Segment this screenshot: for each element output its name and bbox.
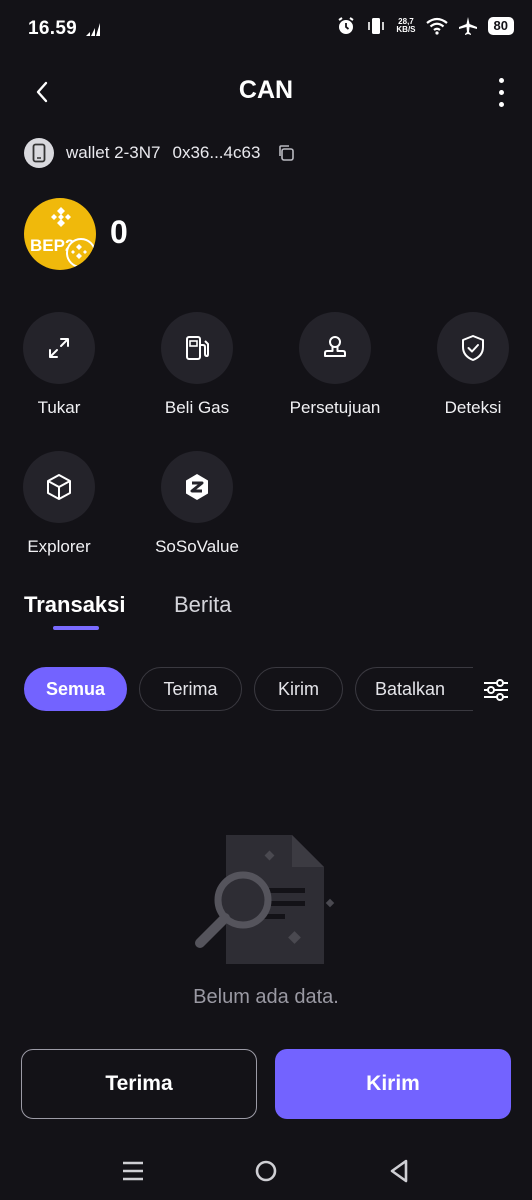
status-icons: 28,7 KB/S 80: [336, 16, 514, 36]
wallet-address: 0x36...4c63: [172, 143, 261, 162]
bnb-logo-icon: [51, 207, 71, 227]
action-swap[interactable]: Tukar: [0, 312, 119, 418]
recent-apps-icon[interactable]: [120, 1148, 146, 1194]
wallet-info: wallet 2-3N7 0x36...4c63: [24, 138, 296, 168]
copy-icon[interactable]: [276, 143, 296, 163]
gas-pump-icon: [161, 312, 233, 384]
action-buy-gas[interactable]: Beli Gas: [137, 312, 257, 418]
tab-transactions[interactable]: Transaksi: [24, 592, 126, 618]
page-title: CAN: [238, 76, 294, 104]
action-label: Persetujuan: [289, 398, 381, 417]
action-label: Deteksi: [444, 398, 502, 417]
status-bar: 16.59 28,7 KB/S 80: [0, 0, 532, 56]
more-options-button[interactable]: [486, 70, 516, 114]
shield-check-icon: [437, 312, 509, 384]
wifi-icon: [425, 17, 448, 35]
cube-icon: [23, 451, 95, 523]
sosovalue-icon: [161, 451, 233, 523]
filter-send[interactable]: Kirim: [254, 667, 343, 711]
filter-receive[interactable]: Terima: [139, 667, 242, 711]
more-dot: [498, 89, 504, 95]
home-icon[interactable]: [253, 1148, 279, 1194]
status-time: 16.59: [28, 18, 78, 39]
token-logo: BEP20: [24, 198, 96, 270]
airplane-icon: [458, 17, 477, 35]
action-explorer[interactable]: Explorer: [0, 451, 119, 557]
action-label: Tukar: [37, 398, 81, 417]
action-label: SoSoValue: [155, 537, 239, 556]
chain-badge-icon: [66, 238, 96, 268]
wallet-name: wallet 2-3N7: [66, 143, 161, 162]
filter-settings-icon[interactable]: [478, 672, 514, 708]
more-dots-icon: [498, 77, 504, 83]
action-label: Beli Gas: [164, 398, 230, 417]
phone-wallet-icon: [24, 138, 54, 168]
receive-button[interactable]: Terima: [21, 1049, 257, 1119]
signal-icon: [86, 23, 100, 36]
tab-active-indicator: [53, 626, 99, 630]
vibrate-icon: [368, 18, 385, 34]
empty-document-search-icon: [195, 835, 335, 964]
network-speed-unit: KB/S: [396, 25, 416, 34]
battery-indicator: 80: [487, 17, 514, 35]
action-label: Explorer: [27, 537, 91, 556]
network-speed: 28,7 KB/S: [396, 18, 415, 34]
action-detect[interactable]: Deteksi: [413, 312, 532, 418]
token-balance: 0: [110, 214, 128, 250]
tab-news[interactable]: Berita: [174, 592, 231, 618]
empty-state-text: Belum ada data.: [193, 986, 339, 1008]
action-sosovalue[interactable]: SoSoValue: [137, 451, 257, 557]
send-button[interactable]: Kirim: [275, 1049, 511, 1119]
nav-back-icon[interactable]: [386, 1148, 412, 1194]
filter-cancel[interactable]: Batalkan: [355, 667, 473, 711]
swap-icon: [23, 312, 95, 384]
stamp-icon: [299, 312, 371, 384]
more-dot: [498, 101, 504, 107]
filter-all[interactable]: Semua: [24, 667, 127, 711]
action-approval[interactable]: Persetujuan: [275, 312, 395, 418]
alarm-icon: [338, 17, 354, 34]
